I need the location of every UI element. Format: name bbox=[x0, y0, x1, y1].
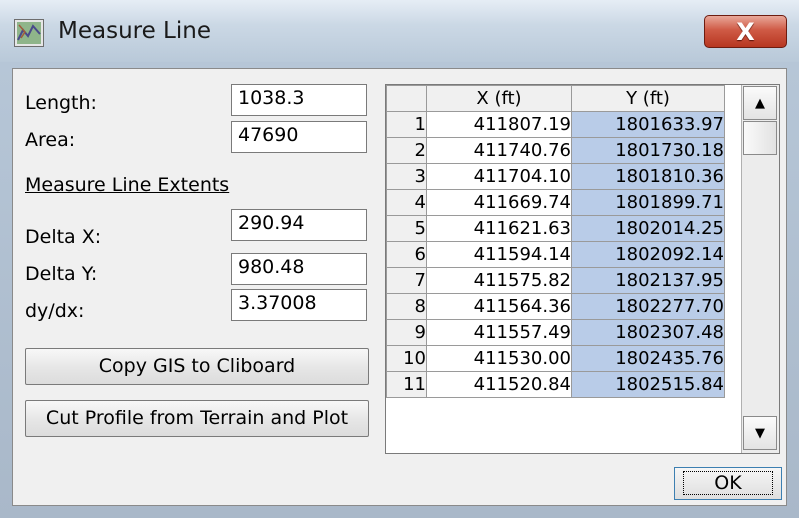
x-cell[interactable]: 411740.76 bbox=[426, 137, 572, 164]
dydx-label: dy/dx: bbox=[25, 300, 85, 322]
x-column-header[interactable]: X (ft) bbox=[426, 85, 572, 112]
row-number: 7 bbox=[386, 267, 427, 294]
table-row[interactable]: 8 411564.36 1802277.70 bbox=[386, 293, 725, 320]
ok-button-label: OK bbox=[683, 471, 773, 495]
delta-y-label: Delta Y: bbox=[25, 263, 98, 285]
row-number-header bbox=[386, 85, 427, 112]
y-cell[interactable]: 1801810.36 bbox=[571, 163, 725, 190]
y-cell[interactable]: 1802515.84 bbox=[571, 371, 725, 398]
y-cell[interactable]: 1802277.70 bbox=[571, 293, 725, 320]
delta-x-field[interactable]: 290.94 bbox=[231, 209, 367, 241]
table-row[interactable]: 11 411520.84 1802515.84 bbox=[386, 371, 725, 398]
vertical-scrollbar[interactable]: ▲ ▼ bbox=[741, 85, 779, 453]
table-row[interactable]: 10 411530.00 1802435.76 bbox=[386, 345, 725, 372]
x-cell[interactable]: 411575.82 bbox=[426, 267, 572, 294]
scroll-down-icon[interactable]: ▼ bbox=[743, 416, 777, 450]
coordinates-table[interactable]: X (ft) Y (ft) 1 411807.19 1801633.97 2 41174… bbox=[385, 84, 780, 454]
row-number: 2 bbox=[386, 137, 427, 164]
x-cell[interactable]: 411520.84 bbox=[426, 371, 572, 398]
dydx-field[interactable]: 3.37008 bbox=[231, 289, 367, 321]
row-number: 11 bbox=[386, 371, 427, 398]
row-number: 9 bbox=[386, 319, 427, 346]
row-number: 10 bbox=[386, 345, 427, 372]
table-header-row: X (ft) Y (ft) bbox=[386, 85, 725, 112]
row-number: 3 bbox=[386, 163, 427, 190]
delta-y-field[interactable]: 980.48 bbox=[231, 253, 367, 285]
y-cell[interactable]: 1801633.97 bbox=[571, 111, 725, 138]
measure-line-window: Measure Line X Length: 1038.3 Area: 4769… bbox=[0, 0, 799, 518]
y-cell[interactable]: 1802435.76 bbox=[571, 345, 725, 372]
copy-gis-button[interactable]: Copy GIS to Cliboard bbox=[25, 348, 369, 385]
scroll-up-icon[interactable]: ▲ bbox=[743, 86, 777, 120]
x-cell[interactable]: 411621.63 bbox=[426, 215, 572, 242]
length-label: Length: bbox=[25, 92, 97, 114]
y-column-header[interactable]: Y (ft) bbox=[571, 85, 725, 112]
area-label: Area: bbox=[25, 129, 76, 151]
y-cell[interactable]: 1801899.71 bbox=[571, 189, 725, 216]
y-cell[interactable]: 1802307.48 bbox=[571, 319, 725, 346]
table-row[interactable]: 3 411704.10 1801810.36 bbox=[386, 163, 725, 190]
table-row[interactable]: 5 411621.63 1802014.25 bbox=[386, 215, 725, 242]
app-icon bbox=[14, 19, 44, 47]
delta-x-label: Delta X: bbox=[25, 226, 102, 248]
x-cell[interactable]: 411557.49 bbox=[426, 319, 572, 346]
measure-line-extents-link[interactable]: Measure Line Extents bbox=[25, 174, 229, 196]
x-cell[interactable]: 411704.10 bbox=[426, 163, 572, 190]
close-icon: X bbox=[736, 17, 755, 46]
x-cell[interactable]: 411807.19 bbox=[426, 111, 572, 138]
window-title: Measure Line bbox=[58, 18, 211, 44]
y-cell[interactable]: 1802014.25 bbox=[571, 215, 725, 242]
area-field[interactable]: 47690 bbox=[231, 121, 367, 153]
table-row[interactable]: 1 411807.19 1801633.97 bbox=[386, 111, 725, 138]
table-row[interactable]: 9 411557.49 1802307.48 bbox=[386, 319, 725, 346]
table-row[interactable]: 4 411669.74 1801899.71 bbox=[386, 189, 725, 216]
row-number: 1 bbox=[386, 111, 427, 138]
x-cell[interactable]: 411669.74 bbox=[426, 189, 572, 216]
close-button[interactable]: X bbox=[704, 15, 787, 48]
row-number: 4 bbox=[386, 189, 427, 216]
row-number: 5 bbox=[386, 215, 427, 242]
x-cell[interactable]: 411530.00 bbox=[426, 345, 572, 372]
cut-profile-button[interactable]: Cut Profile from Terrain and Plot bbox=[25, 400, 369, 437]
x-cell[interactable]: 411564.36 bbox=[426, 293, 572, 320]
scroll-thumb[interactable] bbox=[743, 121, 777, 155]
table-row[interactable]: 7 411575.82 1802137.95 bbox=[386, 267, 725, 294]
title-bar[interactable]: Measure Line X bbox=[0, 0, 799, 62]
y-cell[interactable]: 1802137.95 bbox=[571, 267, 725, 294]
table-row[interactable]: 6 411594.14 1802092.14 bbox=[386, 241, 725, 268]
y-cell[interactable]: 1802092.14 bbox=[571, 241, 725, 268]
row-number: 6 bbox=[386, 241, 427, 268]
row-number: 8 bbox=[386, 293, 427, 320]
ok-button[interactable]: OK bbox=[674, 467, 782, 500]
y-cell[interactable]: 1801730.18 bbox=[571, 137, 725, 164]
table-row[interactable]: 2 411740.76 1801730.18 bbox=[386, 137, 725, 164]
length-field[interactable]: 1038.3 bbox=[231, 84, 367, 116]
x-cell[interactable]: 411594.14 bbox=[426, 241, 572, 268]
